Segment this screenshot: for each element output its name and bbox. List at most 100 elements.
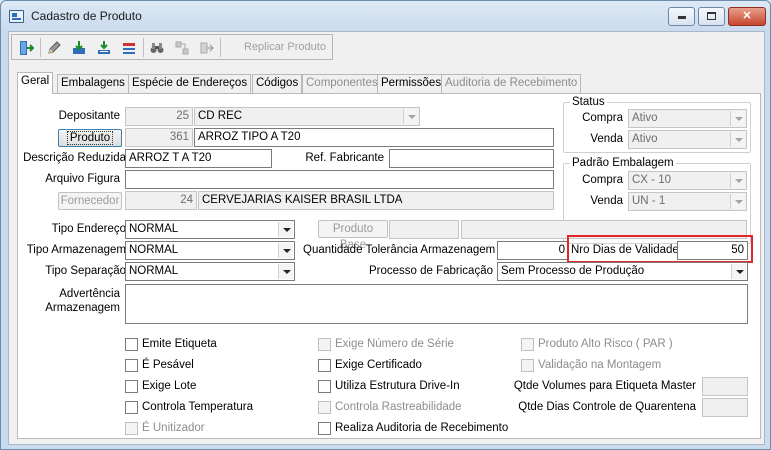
- quantidade-tolerancia-field[interactable]: 0: [497, 241, 569, 260]
- produto-button[interactable]: Produto: [58, 129, 122, 147]
- embalagem-compra-combo[interactable]: CX - 10: [628, 171, 747, 190]
- exige-numero-serie-checkbox[interactable]: Exige Número de Série: [318, 336, 454, 352]
- chevron-down-icon: [730, 173, 745, 188]
- emite-etiqueta-checkbox[interactable]: Emite Etiqueta: [125, 336, 217, 352]
- e-pesavel-checkbox[interactable]: É Pesável: [125, 357, 194, 373]
- fornecedor-code-field: 24: [125, 191, 197, 210]
- produto-base-code-field: [389, 220, 459, 239]
- forward-button[interactable]: [196, 37, 218, 58]
- descricao-reduzida-label: Descrição Reduzida: [23, 152, 126, 164]
- status-venda-value: Ativo: [632, 133, 658, 145]
- chevron-down-icon: [731, 264, 746, 279]
- tab-componentes[interactable]: Componentes: [302, 74, 382, 93]
- controla-rastreabilidade-checkbox[interactable]: Controla Rastreabilidade: [318, 399, 462, 415]
- fornecedor-button[interactable]: Fornecedor: [58, 192, 122, 210]
- realiza-auditoria-recebimento-checkbox[interactable]: Realiza Auditoria de Recebimento: [318, 420, 508, 436]
- qtde-volumes-field: [702, 377, 748, 396]
- minimize-button[interactable]: [668, 7, 695, 26]
- save-icon: [73, 40, 85, 54]
- tab-label: Espécie de Endereços: [132, 77, 248, 89]
- structure-button[interactable]: [171, 37, 193, 58]
- status-venda-label: Venda: [590, 133, 623, 145]
- produto-name-field[interactable]: ARROZ TIPO A T20: [194, 128, 554, 147]
- form-icon: [9, 10, 24, 23]
- chevron-down-icon: [403, 109, 418, 124]
- tipo-separacao-label: Tipo Separação: [45, 265, 126, 277]
- status-compra-value: Ativo: [632, 112, 658, 124]
- tipo-separacao-value: NORMAL: [129, 265, 179, 277]
- tab-label: Geral: [21, 75, 50, 87]
- produto-code-field: 361: [125, 128, 193, 147]
- exit-button[interactable]: [15, 37, 37, 58]
- import-button[interactable]: [93, 37, 115, 58]
- fornecedor-button-label: Fornecedor: [60, 195, 120, 207]
- ref-fabricante-field[interactable]: [389, 149, 554, 168]
- tab-embalagens[interactable]: Embalagens: [57, 74, 129, 93]
- produto-base-button[interactable]: Produto Base: [318, 220, 388, 251]
- processo-fabricacao-combo[interactable]: Sem Processo de Produção: [497, 262, 748, 281]
- exige-certificado-checkbox[interactable]: Exige Certificado: [318, 357, 422, 373]
- tipo-separacao-combo[interactable]: NORMAL: [125, 262, 295, 281]
- binoculars-icon: [150, 42, 164, 53]
- tab-codigos[interactable]: Códigos: [252, 74, 303, 93]
- search-button[interactable]: [146, 37, 168, 58]
- arquivo-figura-field[interactable]: [125, 170, 554, 189]
- depositante-code-field: 25: [125, 107, 193, 126]
- produto-alto-risco-checkbox[interactable]: Produto Alto Risco ( PAR ): [521, 336, 673, 352]
- title-bar[interactable]: Cadastro de Produto ✕: [1, 1, 770, 31]
- chevron-down-icon: [278, 222, 293, 237]
- delete-button[interactable]: [118, 37, 140, 58]
- depositante-label: Depositante: [58, 110, 120, 122]
- tab-label: Permissões: [381, 77, 442, 89]
- tipo-endereco-value: NORMAL: [129, 223, 179, 235]
- produto-button-label: Produto: [66, 131, 114, 145]
- client-area: Replicar Produto Geral Embalagens Espéci…: [8, 31, 765, 445]
- controla-temperatura-checkbox[interactable]: Controla Temperatura: [125, 399, 253, 415]
- quantidade-tolerancia-label: Quantidade Tolerância Armazenagem: [303, 244, 496, 256]
- tab-label: Auditoria de Recebimento: [445, 77, 578, 89]
- toolbar: Replicar Produto: [11, 34, 333, 60]
- status-compra-combo[interactable]: Ativo: [628, 109, 747, 128]
- export-arrow-icon: [200, 42, 215, 53]
- exit-door-icon: [20, 40, 34, 55]
- replicate-product-button[interactable]: Replicar Produto: [238, 37, 332, 58]
- delete-record-icon: [123, 42, 135, 54]
- edit-button[interactable]: [43, 37, 65, 58]
- maximize-button[interactable]: [698, 7, 725, 26]
- depositante-name: CD REC: [198, 110, 243, 122]
- embalagem-venda-label: Venda: [590, 195, 623, 207]
- save-button[interactable]: [68, 37, 90, 58]
- tipo-armazenagem-value: NORMAL: [129, 244, 179, 256]
- utiliza-estrutura-drive-in-checkbox[interactable]: Utiliza Estrutura Drive-In: [318, 378, 460, 394]
- embalagem-venda-combo[interactable]: UN - 1: [628, 192, 747, 211]
- padrao-embalagem-title: Padrão Embalagem: [570, 156, 676, 170]
- pencil-icon: [48, 40, 61, 54]
- tab-auditoria-recebimento[interactable]: Auditoria de Recebimento: [441, 74, 582, 93]
- status-venda-combo[interactable]: Ativo: [628, 130, 747, 149]
- window-title: Cadastro de Produto: [31, 9, 142, 23]
- descricao-reduzida-field[interactable]: ARROZ T A T20: [125, 149, 272, 168]
- exige-lote-checkbox[interactable]: Exige Lote: [125, 378, 196, 394]
- tipo-endereco-combo[interactable]: NORMAL: [125, 220, 295, 239]
- close-button[interactable]: ✕: [728, 7, 766, 26]
- minimize-icon: [677, 16, 686, 19]
- depositante-combo[interactable]: CD REC: [194, 107, 420, 126]
- qtde-dias-quarentena-label: Qtde Dias Controle de Quarentena: [518, 401, 696, 413]
- tab-permissoes[interactable]: Permissões: [377, 74, 446, 93]
- embalagem-compra-value: CX - 10: [632, 174, 671, 186]
- e-unitizador-checkbox[interactable]: É Unitizador: [125, 420, 205, 436]
- chevron-down-icon: [730, 132, 745, 147]
- tab-especie-enderecos[interactable]: Espécie de Endereços: [128, 74, 252, 93]
- chevron-down-icon: [278, 264, 293, 279]
- maximize-icon: [707, 12, 716, 20]
- validacao-montagem-checkbox[interactable]: Validação na Montagem: [521, 357, 661, 373]
- tipo-armazenagem-combo[interactable]: NORMAL: [125, 241, 295, 260]
- ref-fabricante-label: Ref. Fabricante: [305, 152, 384, 164]
- fornecedor-name-field: CERVEJARIAS KAISER BRASIL LTDA: [198, 191, 554, 210]
- highlight-box: [567, 235, 753, 263]
- advertencia-textarea[interactable]: [125, 284, 748, 324]
- structure-icon: [175, 41, 189, 54]
- tab-label: Componentes: [306, 77, 378, 89]
- chevron-down-icon: [730, 194, 745, 209]
- tab-geral[interactable]: Geral: [17, 72, 54, 94]
